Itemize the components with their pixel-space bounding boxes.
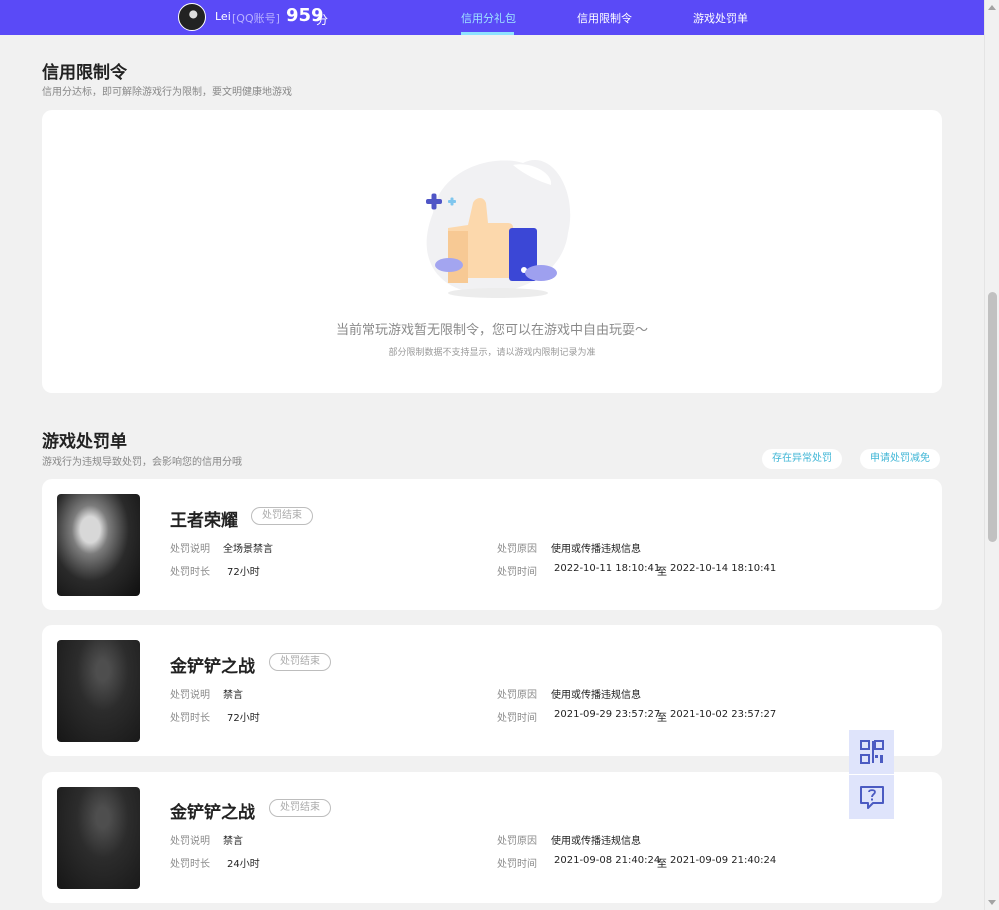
feedback-button[interactable] (849, 775, 894, 819)
time-label: 处罚时间 (497, 567, 537, 578)
time-end: 2021-09-09 21:40:24 (670, 855, 777, 866)
desc-value: 全场景禁言 (223, 544, 273, 555)
time-end: 2022-10-14 18:10:41 (670, 563, 777, 574)
reason-value: 使用或传播违规信息 (551, 690, 641, 701)
time-end: 2021-10-02 23:57:27 (670, 709, 777, 720)
duration-label: 处罚时长 (170, 859, 210, 870)
duration-value: 72小时 (227, 713, 260, 724)
help-message-icon (859, 786, 884, 809)
game-name: 金铲铲之战 (170, 657, 255, 677)
status-badge: 处罚结束 (251, 507, 313, 525)
duration-value: 72小时 (227, 567, 260, 578)
desc-value: 禁言 (223, 690, 243, 701)
penalty-subtitle: 游戏行为违规导致处罚，会影响您的信用分哦 (42, 457, 242, 468)
account-type: [QQ账号] (232, 12, 280, 25)
penalty-record: 金铲铲之战 处罚结束 处罚说明 禁言 处罚时长 24小时 处罚原因 使用或传播违… (42, 772, 942, 903)
penalty-title: 游戏处罚单 (42, 432, 127, 452)
time-to: 至 (657, 859, 667, 870)
restriction-subtitle: 信用分达标，即可解除游戏行为限制，要文明健康地游戏 (42, 87, 292, 98)
tab-credit-gift[interactable]: 信用分礼包 (461, 10, 516, 26)
reason-label: 处罚原因 (497, 836, 537, 847)
user-name: Lei (215, 10, 231, 23)
desc-label: 处罚说明 (170, 836, 210, 847)
status-badge: 处罚结束 (269, 653, 331, 671)
time-start: 2021-09-29 23:57:27 (554, 709, 661, 720)
tab-game-penalty[interactable]: 游戏处罚单 (693, 10, 748, 26)
time-start: 2021-09-08 21:40:24 (554, 855, 661, 866)
top-bar: Lei [QQ账号] 959 分 信用分礼包 信用限制令 游戏处罚单 (0, 0, 984, 35)
thumbs-up-illustration (426, 160, 571, 298)
tab-credit-restriction[interactable]: 信用限制令 (577, 10, 632, 26)
game-name: 王者荣耀 (170, 511, 238, 531)
scroll-down-arrow-icon[interactable] (988, 900, 996, 905)
status-badge: 处罚结束 (269, 799, 331, 817)
restriction-title: 信用限制令 (42, 63, 127, 83)
desc-label: 处罚说明 (170, 690, 210, 701)
time-start: 2022-10-11 18:10:41 (554, 563, 661, 574)
reason-label: 处罚原因 (497, 544, 537, 555)
qr-code-icon (859, 740, 884, 764)
duration-label: 处罚时长 (170, 567, 210, 578)
active-tab-indicator (461, 32, 514, 35)
penalty-record: 王者荣耀 处罚结束 处罚说明 全场景禁言 处罚时长 72小时 处罚原因 使用或传… (42, 479, 942, 610)
desc-value: 禁言 (223, 836, 243, 847)
reason-value: 使用或传播违规信息 (551, 544, 641, 555)
scroll-up-arrow-icon[interactable] (988, 5, 996, 10)
avatar[interactable] (178, 3, 206, 31)
empty-message: 当前常玩游戏暂无限制令，您可以在游戏中自由玩耍～ (335, 323, 648, 338)
penalty-record: 金铲铲之战 处罚结束 处罚说明 禁言 处罚时长 72小时 处罚原因 使用或传播违… (42, 625, 942, 756)
empty-hint: 部分限制数据不支持显示，请以游戏内限制记录为准 (388, 348, 596, 358)
reason-value: 使用或传播违规信息 (551, 836, 641, 847)
game-name: 金铲铲之战 (170, 803, 255, 823)
game-thumbnail (57, 787, 140, 889)
vertical-scrollbar[interactable] (984, 0, 999, 910)
time-label: 处罚时间 (497, 859, 537, 870)
duration-value: 24小时 (227, 859, 260, 870)
time-label: 处罚时间 (497, 713, 537, 724)
credit-score-unit: 分 (316, 13, 329, 27)
apply-reduction-button[interactable]: 申请处罚减免 (860, 449, 940, 469)
time-to: 至 (657, 713, 667, 724)
game-thumbnail (57, 640, 140, 742)
abnormal-penalty-button[interactable]: 存在异常处罚 (762, 449, 842, 469)
duration-label: 处罚时长 (170, 713, 210, 724)
reason-label: 处罚原因 (497, 690, 537, 701)
time-to: 至 (657, 567, 667, 578)
desc-label: 处罚说明 (170, 544, 210, 555)
scroll-thumb[interactable] (988, 292, 997, 542)
game-thumbnail (57, 494, 140, 596)
qr-code-button[interactable] (849, 730, 894, 774)
